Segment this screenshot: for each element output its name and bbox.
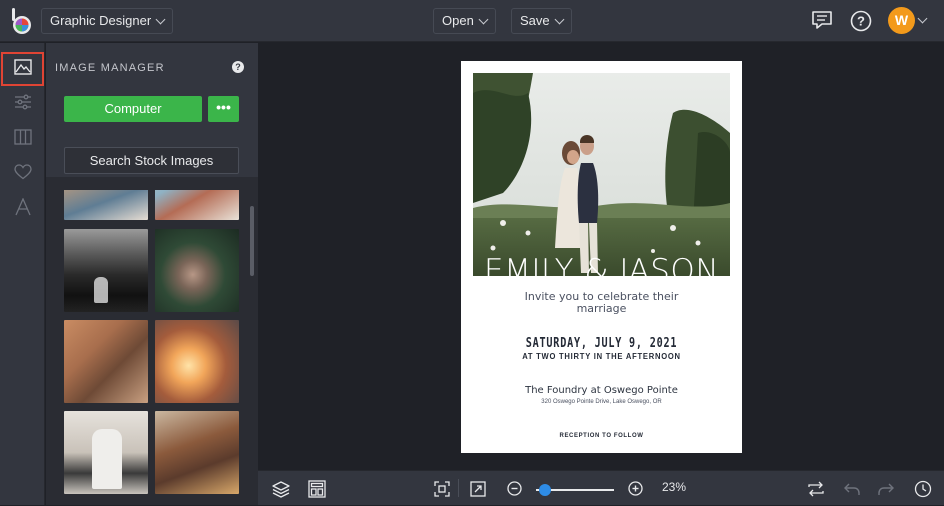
befunky-logo-icon[interactable] bbox=[8, 6, 36, 36]
save-label: Save bbox=[520, 13, 550, 28]
expand-icon[interactable] bbox=[467, 471, 489, 506]
canvas-area: EMILY & JASON Invite you to celebrate th… bbox=[258, 43, 944, 470]
adjust-tool[interactable] bbox=[0, 87, 45, 121]
event-time[interactable]: AT TWO THIRTY IN THE AFTERNOON bbox=[468, 352, 735, 361]
zoom-percentage: 23% bbox=[662, 480, 687, 494]
zoom-in-button[interactable] bbox=[626, 471, 644, 506]
image-thumbnail[interactable] bbox=[64, 411, 148, 494]
layout-grid-icon[interactable] bbox=[306, 471, 328, 506]
text-tool[interactable] bbox=[0, 192, 45, 226]
chevron-down-icon bbox=[554, 14, 565, 24]
swap-icon[interactable] bbox=[805, 471, 827, 506]
open-label: Open bbox=[442, 13, 474, 28]
couple-names[interactable]: EMILY & JASON bbox=[473, 253, 730, 276]
user-avatar[interactable]: W bbox=[888, 7, 915, 34]
more-sources-button[interactable]: ••• bbox=[208, 96, 239, 122]
layout-tool[interactable] bbox=[0, 122, 45, 156]
mode-dropdown[interactable]: Graphic Designer bbox=[41, 8, 174, 34]
feedback-icon[interactable] bbox=[811, 10, 833, 35]
svg-text:?: ? bbox=[857, 14, 865, 29]
image-thumbnail-grid bbox=[46, 190, 258, 505]
text-a-icon bbox=[14, 196, 32, 221]
redo-icon[interactable] bbox=[875, 471, 897, 506]
divider bbox=[458, 479, 459, 497]
chevron-down-icon bbox=[155, 14, 166, 24]
favorites-tool[interactable] bbox=[0, 157, 45, 191]
heart-icon bbox=[13, 163, 32, 185]
sliders-icon bbox=[14, 94, 32, 115]
fit-to-screen-icon[interactable] bbox=[431, 471, 453, 506]
zoom-slider-handle[interactable] bbox=[539, 484, 552, 496]
event-date[interactable]: SATURDAY, JULY 9, 2021 bbox=[492, 336, 711, 351]
chevron-down-icon bbox=[478, 14, 489, 24]
image-thumbnail[interactable] bbox=[64, 190, 148, 220]
image-icon bbox=[13, 58, 32, 80]
save-dropdown[interactable]: Save bbox=[511, 8, 572, 34]
columns-icon bbox=[13, 128, 32, 150]
computer-upload-button[interactable]: Computer bbox=[64, 96, 202, 122]
couple-photo[interactable]: EMILY & JASON bbox=[473, 73, 730, 276]
zoom-out-button[interactable] bbox=[505, 471, 523, 506]
panel-header: IMAGE MANAGER ? Computer ••• Search Stoc… bbox=[46, 43, 258, 177]
search-stock-images-button[interactable]: Search Stock Images bbox=[64, 147, 239, 174]
tool-rail bbox=[0, 43, 45, 505]
undo-icon[interactable] bbox=[841, 471, 863, 506]
panel-scrollbar[interactable] bbox=[250, 206, 254, 276]
bottom-toolbar: 23% bbox=[258, 470, 944, 505]
image-thumbnail[interactable] bbox=[155, 320, 239, 403]
image-thumbnail[interactable] bbox=[155, 190, 239, 220]
image-manager-tool[interactable] bbox=[1, 52, 44, 86]
image-manager-panel: IMAGE MANAGER ? Computer ••• Search Stoc… bbox=[46, 43, 258, 505]
reception-note[interactable]: RECEPTION TO FOLLOW bbox=[461, 433, 742, 439]
chevron-down-icon[interactable] bbox=[917, 13, 928, 24]
invite-line-2[interactable]: marriage bbox=[461, 302, 742, 315]
open-dropdown[interactable]: Open bbox=[433, 8, 496, 34]
image-thumbnail[interactable] bbox=[64, 320, 148, 403]
venue-address[interactable]: 320 Oswego Pointe Drive, Lake Oswego, OR bbox=[461, 399, 742, 405]
help-icon[interactable]: ? bbox=[850, 10, 872, 37]
image-thumbnail[interactable] bbox=[64, 229, 148, 312]
mode-label: Graphic Designer bbox=[50, 13, 152, 28]
question-icon[interactable]: ? bbox=[232, 61, 244, 73]
top-bar: Graphic Designer Open Save ? W bbox=[0, 0, 944, 42]
venue-name[interactable]: The Foundry at Oswego Pointe bbox=[461, 385, 742, 396]
invitation-card[interactable]: EMILY & JASON Invite you to celebrate th… bbox=[461, 61, 742, 453]
panel-title: IMAGE MANAGER bbox=[55, 62, 165, 74]
image-thumbnail[interactable] bbox=[155, 411, 239, 494]
image-thumbnail[interactable] bbox=[155, 229, 239, 312]
zoom-slider[interactable] bbox=[536, 484, 614, 496]
layers-icon[interactable] bbox=[270, 471, 292, 506]
history-clock-icon[interactable] bbox=[912, 471, 934, 506]
